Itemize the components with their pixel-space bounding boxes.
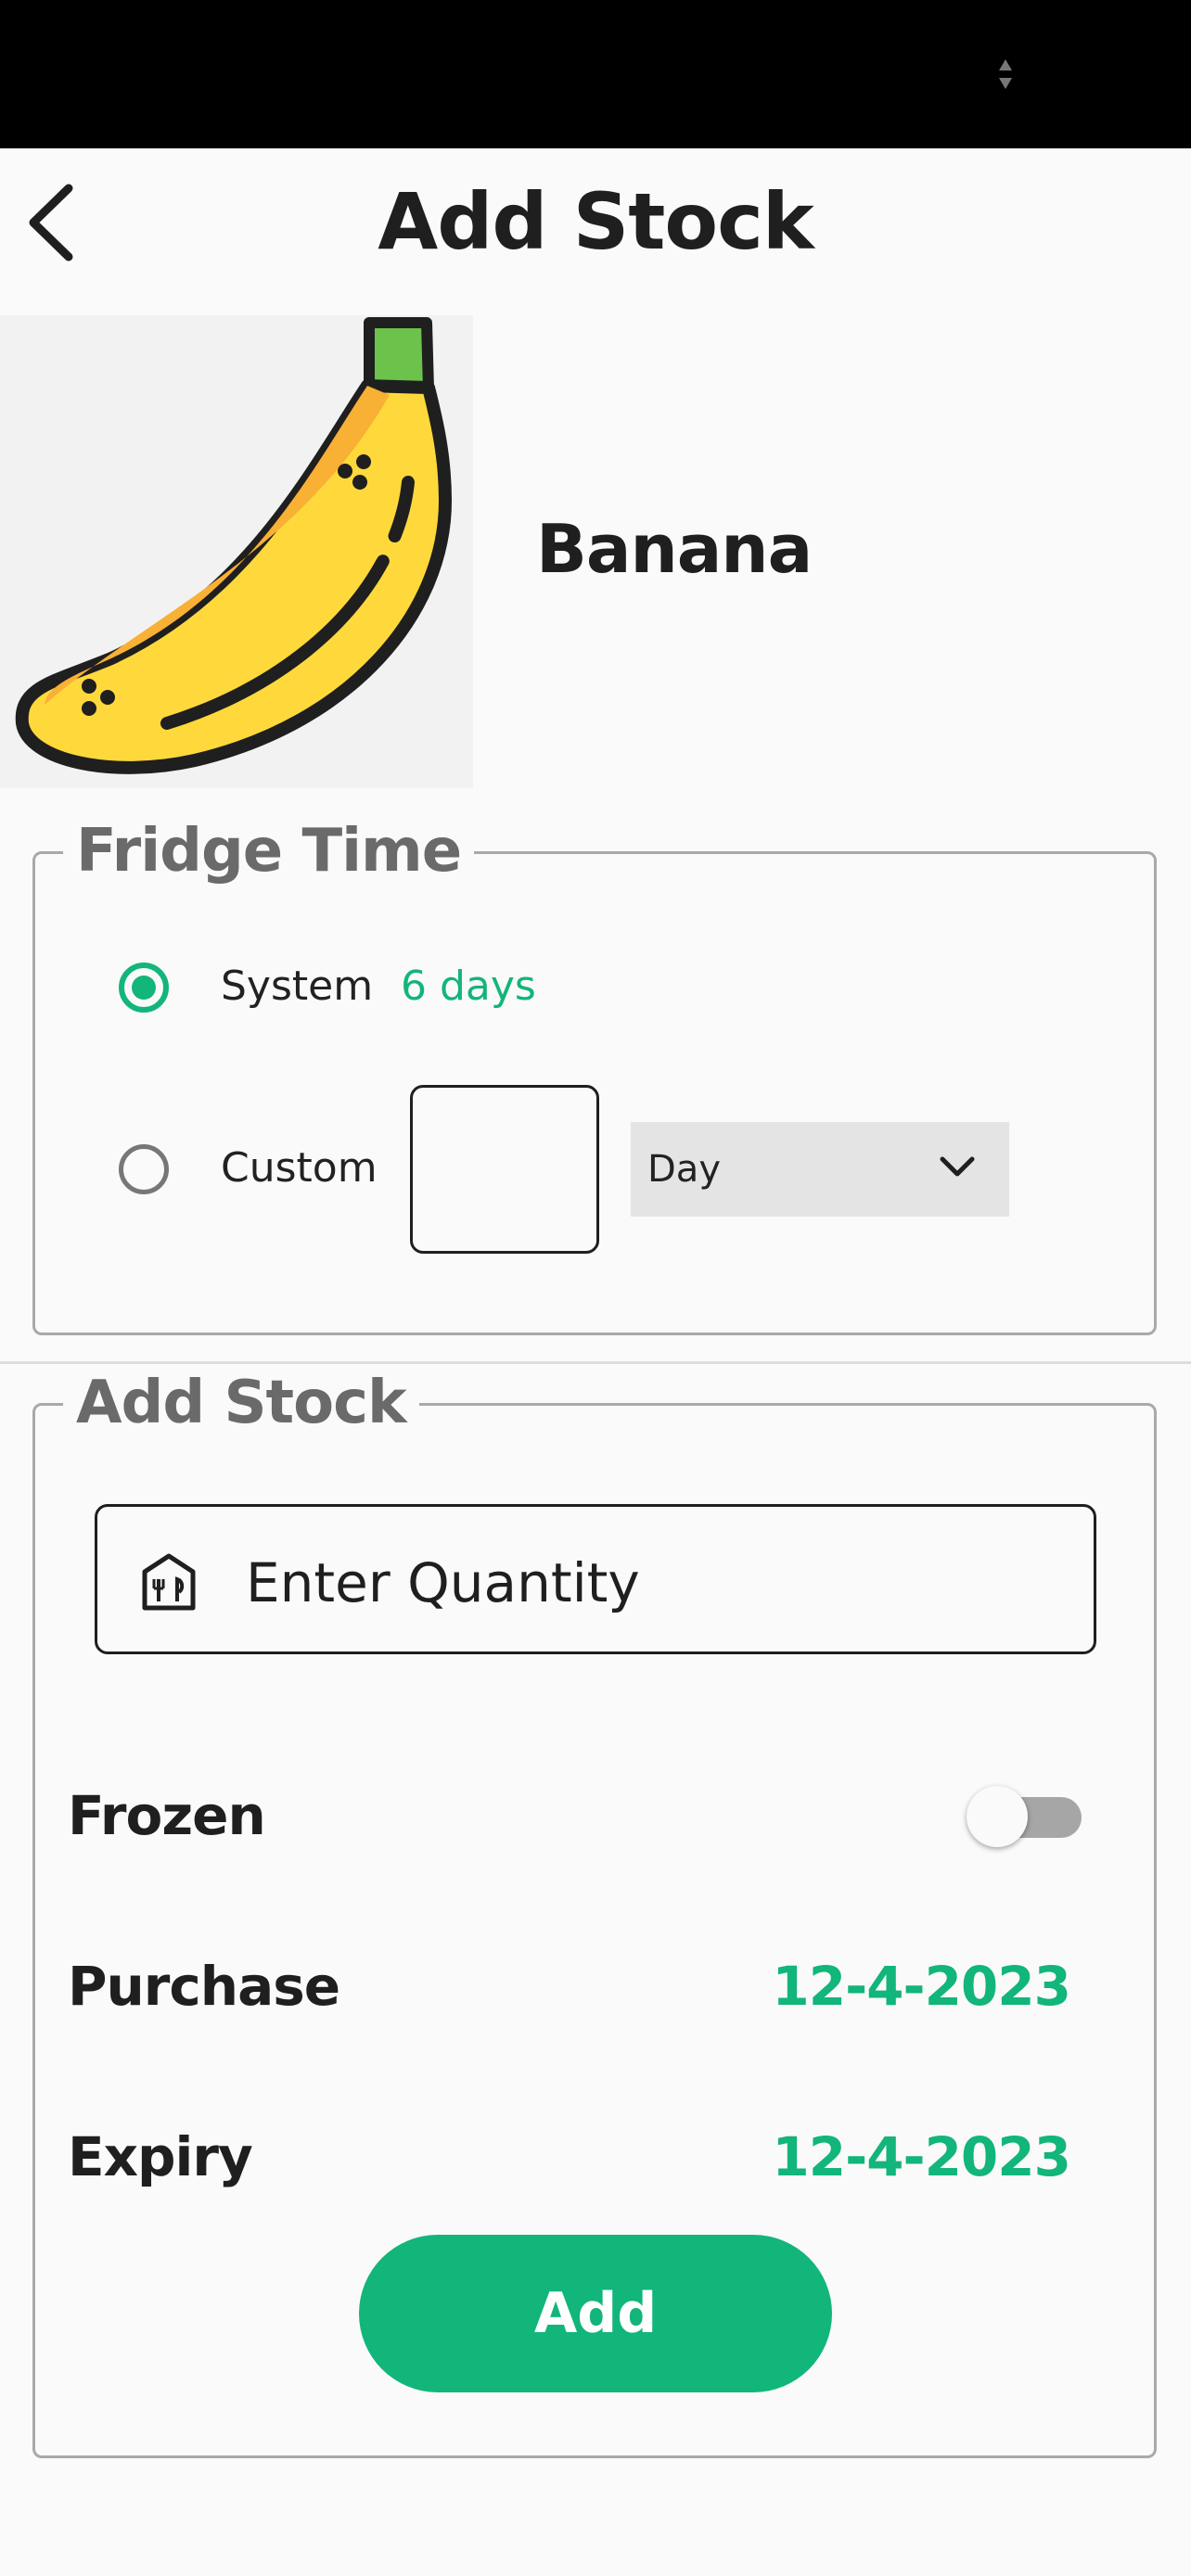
purchase-label: Purchase <box>68 1955 340 2018</box>
frozen-label: Frozen <box>68 1784 266 1847</box>
divider <box>0 1361 1191 1364</box>
restaurant-icon <box>142 1553 196 1611</box>
expiry-label: Expiry <box>68 2125 253 2188</box>
product-name: Banana <box>536 510 813 588</box>
toggle-thumb <box>967 1786 1028 1847</box>
page-title: Add Stock <box>378 176 814 267</box>
quantity-placeholder: Enter Quantity <box>246 1551 640 1614</box>
add-button[interactable]: Add <box>359 2235 832 2392</box>
system-radio[interactable] <box>119 963 169 1013</box>
system-duration: 6 days <box>401 963 536 1010</box>
expiry-date[interactable]: 12-4-2023 <box>772 2125 1071 2188</box>
custom-label: Custom <box>221 1144 378 1192</box>
banana-icon <box>15 317 452 774</box>
system-label: System <box>221 963 374 1010</box>
quantity-input[interactable]: Enter Quantity <box>95 1504 1096 1654</box>
chevron-down-icon <box>940 1156 975 1177</box>
product-image <box>0 315 473 788</box>
custom-duration-input[interactable] <box>410 1085 599 1254</box>
add-stock-legend: Add Stock <box>63 1369 419 1437</box>
custom-radio[interactable] <box>119 1144 169 1194</box>
duration-unit-select[interactable]: Day <box>631 1122 1009 1217</box>
status-bar <box>0 0 1191 148</box>
sort-arrows-icon <box>999 59 1012 89</box>
unit-select-value: Day <box>647 1148 721 1191</box>
fridge-time-legend: Fridge Time <box>63 817 475 886</box>
frozen-toggle[interactable] <box>967 1786 1082 1847</box>
purchase-date[interactable]: 12-4-2023 <box>772 1955 1071 2018</box>
